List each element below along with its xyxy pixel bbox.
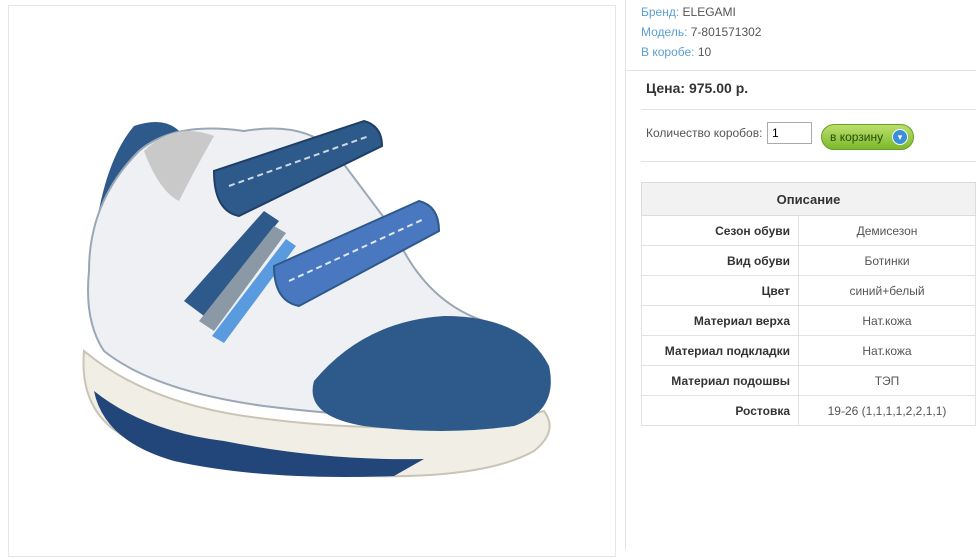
description-header-row: Описание: [641, 182, 976, 216]
spec-value: ТЭП: [798, 365, 976, 396]
spec-value: Нат.кожа: [798, 305, 976, 336]
spec-value: Ботинки: [798, 245, 976, 276]
model-value: 7-801571302: [690, 25, 762, 39]
cart-icon: ▾: [892, 129, 908, 145]
brand-label: Бренд:: [641, 5, 680, 19]
divider: [626, 70, 976, 71]
spec-name: Цвет: [641, 275, 799, 306]
column-divider: [625, 0, 626, 550]
spec-row: Вид обуви Ботинки: [641, 245, 976, 276]
product-image-frame[interactable]: [8, 5, 616, 557]
spec-row: Ростовка 19-26 (1,1,1,1,2,2,1,1): [641, 395, 976, 426]
spec-row: Цвет синий+белый: [641, 275, 976, 306]
spec-value: 19-26 (1,1,1,1,2,2,1,1): [798, 395, 976, 426]
box-label: В коробе:: [641, 45, 695, 59]
spec-value: Демисезон: [798, 215, 976, 246]
model-row: Модель: 7-801571302: [641, 22, 761, 42]
product-photo: [82, 119, 551, 478]
spec-name: Материал подкладки: [641, 335, 799, 366]
price: Цена: 975.00 р.: [646, 80, 749, 96]
quantity-input[interactable]: [767, 122, 812, 144]
spec-name: Сезон обуви: [641, 215, 799, 246]
divider: [641, 109, 976, 110]
add-to-cart-button[interactable]: в корзину ▾: [821, 124, 914, 150]
model-label: Модель:: [641, 25, 688, 39]
add-to-cart-label: в корзину: [830, 130, 884, 144]
spec-name: Материал верха: [641, 305, 799, 336]
spec-row: Материал верха Нат.кожа: [641, 305, 976, 336]
spec-value: Нат.кожа: [798, 335, 976, 366]
spec-name: Ростовка: [641, 395, 799, 426]
divider: [641, 161, 976, 162]
quantity-label: Количество коробов:: [646, 126, 763, 140]
spec-row: Материал подкладки Нат.кожа: [641, 335, 976, 366]
spec-value: синий+белый: [798, 275, 976, 306]
spec-name: Материал подошвы: [641, 365, 799, 396]
product-info: Бренд: ELEGAMI Модель: 7-801571302 В кор…: [641, 2, 761, 62]
brand-row: Бренд: ELEGAMI: [641, 2, 761, 22]
description-table: Описание Сезон обуви Демисезон Вид обуви…: [641, 182, 976, 426]
spec-row: Сезон обуви Демисезон: [641, 215, 976, 246]
box-row: В коробе: 10: [641, 42, 761, 62]
spec-name: Вид обуви: [641, 245, 799, 276]
box-value: 10: [697, 45, 712, 59]
brand-value: ELEGAMI: [682, 5, 736, 19]
description-title: Описание: [641, 182, 976, 216]
spec-row: Материал подошвы ТЭП: [641, 365, 976, 396]
